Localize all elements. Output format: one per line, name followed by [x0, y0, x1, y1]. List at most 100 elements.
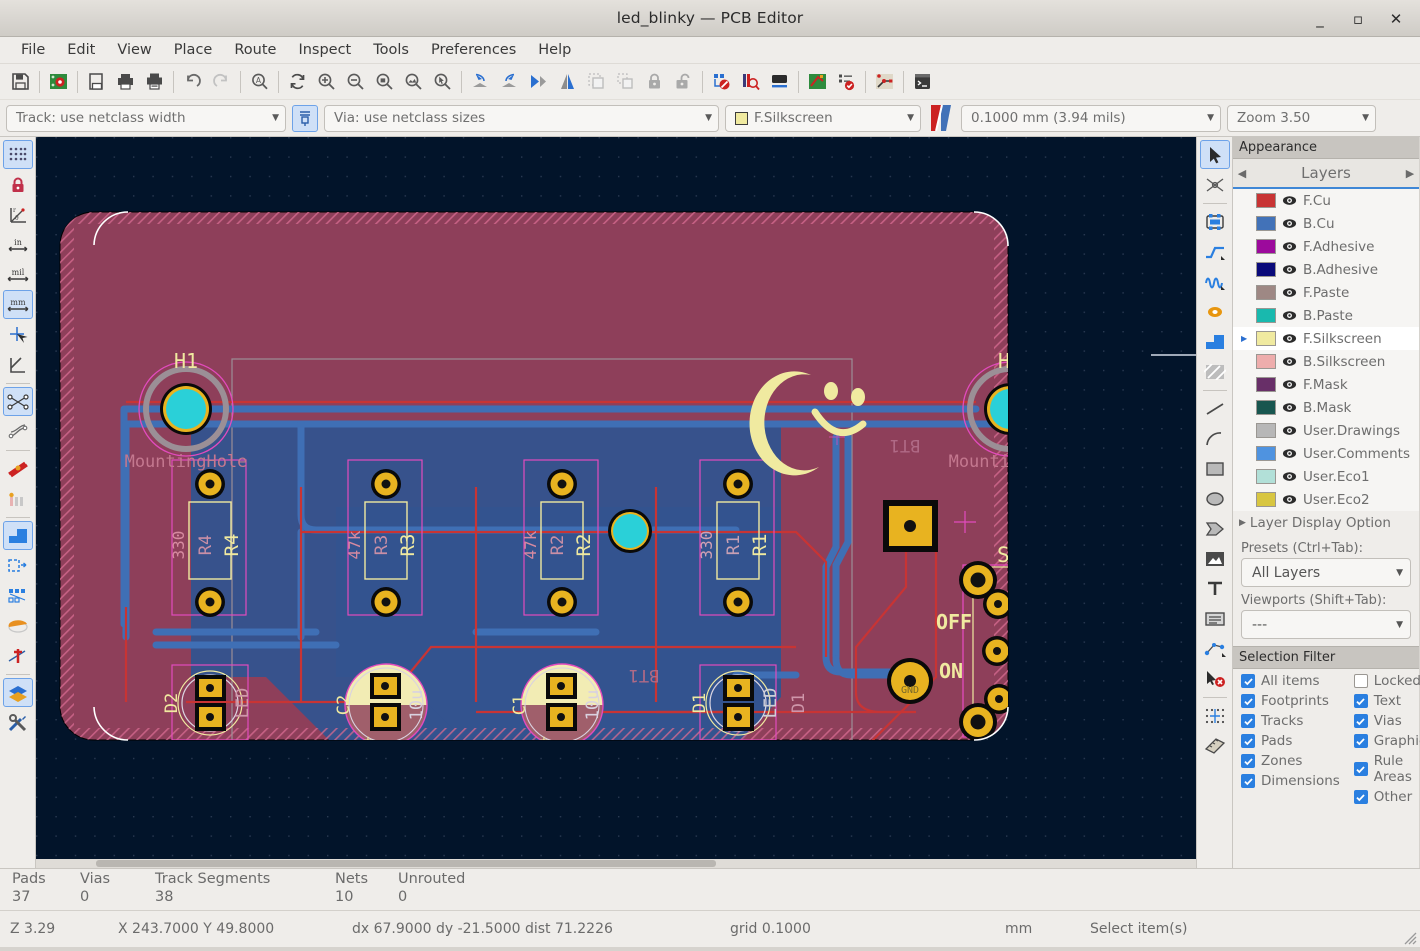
checkbox[interactable] [1354, 714, 1368, 728]
menu-route[interactable]: Route [223, 39, 287, 61]
active-layer-select[interactable]: F.Silkscreen ▼ [725, 105, 921, 132]
checkbox[interactable] [1241, 714, 1255, 728]
layer-row-f-adhesive[interactable]: F.Adhesive [1233, 235, 1419, 258]
checkbox[interactable] [1241, 694, 1255, 708]
filter-pads[interactable]: Pads [1241, 733, 1340, 749]
layer-color-swatch[interactable] [1256, 239, 1276, 254]
layer-color-swatch[interactable] [1256, 262, 1276, 277]
filter-locked[interactable]: Locked [1354, 673, 1420, 689]
add-textbox-icon[interactable] [1200, 604, 1230, 633]
curved-ratsnest-icon[interactable] [3, 417, 33, 446]
draw-arc-icon[interactable] [1200, 424, 1230, 453]
zoom-out-icon[interactable] [341, 67, 370, 97]
via-size-select[interactable]: Via: use netclass sizes ▼ [324, 105, 719, 132]
layer-pair-icon[interactable] [927, 103, 955, 133]
layer-list[interactable]: F.CuB.CuF.AdhesiveB.AdhesiveF.PasteB.Pas… [1233, 189, 1419, 511]
footprint-inspect-icon[interactable] [736, 67, 765, 97]
layer-color-swatch[interactable] [1256, 400, 1276, 415]
layer-row-b-silkscreen[interactable]: B.Silkscreen [1233, 350, 1419, 373]
eye-icon[interactable] [1282, 400, 1297, 415]
layer-row-b-adhesive[interactable]: B.Adhesive [1233, 258, 1419, 281]
place-via-icon[interactable] [1200, 297, 1230, 326]
eye-icon[interactable] [1282, 492, 1297, 507]
print-icon[interactable] [111, 67, 140, 97]
filter-rule-areas[interactable]: Rule Areas [1354, 753, 1420, 785]
filter-dimensions[interactable]: Dimensions [1241, 773, 1340, 789]
eye-icon[interactable] [1282, 216, 1297, 231]
draw-polygon-icon[interactable] [1200, 514, 1230, 543]
zone-outline-icon[interactable] [3, 551, 33, 580]
netlist-icon[interactable] [803, 67, 832, 97]
layer-row-b-cu[interactable]: B.Cu [1233, 212, 1419, 235]
eye-icon[interactable] [1282, 423, 1297, 438]
filter-vias[interactable]: Vias [1354, 713, 1420, 729]
flip-horizontal-icon[interactable] [524, 67, 553, 97]
checkbox[interactable] [1354, 762, 1368, 776]
maximize-button[interactable]: ▫ [1350, 10, 1366, 28]
layer-row-f-mask[interactable]: F.Mask [1233, 373, 1419, 396]
tune-length-icon[interactable] [1200, 267, 1230, 296]
resize-grip-icon[interactable] [1401, 929, 1417, 945]
layer-row-f-paste[interactable]: F.Paste [1233, 281, 1419, 304]
layer-row-b-mask[interactable]: B.Mask [1233, 396, 1419, 419]
units-inches-icon[interactable]: in [3, 230, 33, 259]
eye-icon[interactable] [1282, 331, 1297, 346]
layer-color-swatch[interactable] [1256, 331, 1276, 346]
checkbox[interactable] [1354, 674, 1368, 688]
tab-next-icon[interactable]: ▶ [1401, 167, 1419, 180]
layer-row-user-comments[interactable]: User.Comments [1233, 442, 1419, 465]
show-ratsnest-icon[interactable] [3, 387, 33, 416]
layer-color-swatch[interactable] [1256, 216, 1276, 231]
route-track-icon[interactable] [1200, 237, 1230, 266]
eye-icon[interactable] [1282, 377, 1297, 392]
units-mils-icon[interactable]: mil [3, 260, 33, 289]
full-crosshair-icon[interactable] [3, 320, 33, 349]
text-outline-icon[interactable] [3, 641, 33, 670]
viewports-select[interactable]: --- ▼ [1241, 610, 1411, 639]
layer-row-b-paste[interactable]: B.Paste [1233, 304, 1419, 327]
scripting-console-icon[interactable] [908, 67, 937, 97]
filter-other[interactable]: Other [1354, 789, 1420, 805]
place-footprint-icon[interactable] [1200, 207, 1230, 236]
45-degree-mode-icon[interactable] [3, 350, 33, 379]
zoom-objects-icon[interactable] [399, 67, 428, 97]
menu-view[interactable]: View [106, 39, 162, 61]
layer-display-options-toggle[interactable]: ▶ Layer Display Option [1233, 511, 1419, 535]
contrast-mode-icon[interactable] [3, 678, 33, 707]
checkbox[interactable] [1241, 754, 1255, 768]
layer-color-swatch[interactable] [1256, 446, 1276, 461]
track-width-select[interactable]: Track: use netclass width ▼ [6, 105, 286, 132]
checkbox[interactable] [1354, 694, 1368, 708]
eye-icon[interactable] [1282, 262, 1297, 277]
find-icon[interactable]: A [245, 67, 274, 97]
zoom-in-icon[interactable] [312, 67, 341, 97]
layer-row-user-eco1[interactable]: User.Eco1 [1233, 465, 1419, 488]
route-tracks-icon[interactable] [870, 67, 899, 97]
menu-edit[interactable]: Edit [56, 39, 106, 61]
add-dimension-icon[interactable] [1200, 634, 1230, 663]
polar-coords-icon[interactable]: rθ [3, 200, 33, 229]
pad-sketch-icon[interactable] [3, 581, 33, 610]
layer-color-swatch[interactable] [1256, 469, 1276, 484]
refresh-icon[interactable] [283, 67, 312, 97]
menu-inspect[interactable]: Inspect [287, 39, 362, 61]
checkbox[interactable] [1241, 774, 1255, 788]
preferences-icon[interactable] [3, 708, 33, 737]
plot-icon[interactable] [140, 67, 169, 97]
eye-icon[interactable] [1282, 446, 1297, 461]
zoom-selection-icon[interactable] [428, 67, 457, 97]
eye-icon[interactable] [1282, 193, 1297, 208]
pcb-canvas[interactable]: 330 R4 R4 47k R3 R3 [36, 137, 1196, 868]
layer-color-swatch[interactable] [1256, 285, 1276, 300]
page-settings-icon[interactable] [82, 67, 111, 97]
draw-circle-icon[interactable] [1200, 484, 1230, 513]
graphic-sketch-icon[interactable] [3, 611, 33, 640]
draw-zone-icon[interactable] [1200, 327, 1230, 356]
eye-icon[interactable] [1282, 469, 1297, 484]
layer-color-swatch[interactable] [1256, 308, 1276, 323]
draw-rule-area-icon[interactable] [1200, 357, 1230, 386]
filter-text[interactable]: Text [1354, 693, 1420, 709]
rotate-cw-icon[interactable] [495, 67, 524, 97]
zoom-select[interactable]: Zoom 3.50 ▼ [1227, 105, 1376, 132]
layer-color-swatch[interactable] [1256, 354, 1276, 369]
